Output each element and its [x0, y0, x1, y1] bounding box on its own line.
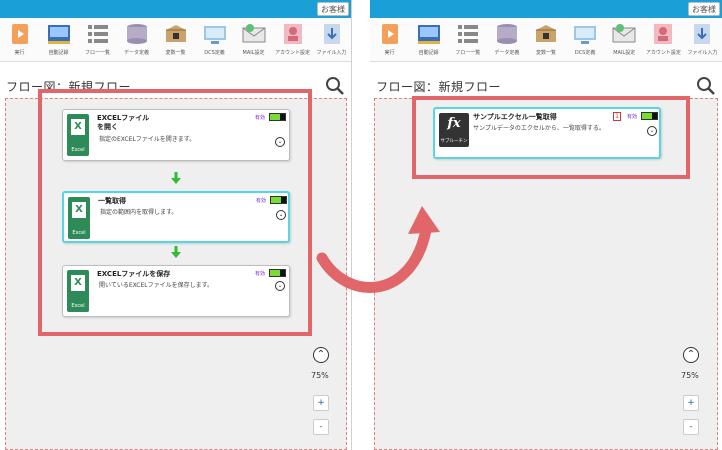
file-input-icon	[323, 24, 340, 44]
toolbar-button-database[interactable]: データ定義	[117, 18, 156, 62]
toolbar: 実行 自動記録 フロー一覧 データ定義 変数一覧 DCS定義 MAIL設定 アカウント設定 ファ…	[0, 18, 351, 62]
highlight-box	[412, 96, 690, 179]
top-bar: お客様	[370, 0, 722, 18]
toolbar-label: MAIL設定	[613, 50, 636, 56]
toolbar-label: 変数一覧	[535, 50, 556, 56]
flow-list-icon	[457, 25, 478, 43]
guest-button[interactable]: お客様	[317, 2, 349, 16]
search-icon[interactable]	[325, 76, 345, 96]
flow-list-icon	[87, 25, 108, 43]
box-icon	[165, 25, 186, 42]
monitor-icon	[574, 26, 597, 44]
flow-title: フロー図：新規フロー	[376, 80, 502, 94]
mail-icon	[242, 24, 265, 43]
guest-button[interactable]: お客様	[688, 2, 720, 16]
toolbar-label: ファイル入力	[687, 50, 718, 56]
search-icon[interactable]	[696, 76, 716, 96]
mail-icon	[612, 24, 636, 43]
top-bar: お客様	[0, 0, 351, 18]
toolbar-button-flow-list[interactable]: フロー一覧	[448, 18, 487, 62]
account-icon	[283, 24, 302, 44]
scroll-up-button[interactable]: ⌃	[683, 347, 699, 363]
toolbar-button-mail[interactable]: MAIL設定	[234, 18, 273, 62]
toolbar-label: DCS定義	[204, 50, 225, 56]
toolbar-button-record[interactable]: 自動記録	[39, 18, 78, 62]
play-icon	[381, 24, 398, 44]
toolbar-label: 自動記録	[418, 50, 439, 56]
toolbar-button-mail[interactable]: MAIL設定	[605, 18, 644, 62]
toolbar-button-monitor[interactable]: DCS定義	[566, 18, 605, 62]
scroll-up-button[interactable]: ⌃	[313, 347, 329, 363]
toolbar-button-monitor[interactable]: DCS定義	[195, 18, 234, 62]
toolbar-label: データ定義	[123, 50, 149, 56]
zoom-level: 75%	[681, 371, 699, 380]
toolbar-label: フロー一覧	[84, 50, 110, 56]
toolbar-label: 変数一覧	[165, 50, 186, 56]
toolbar-label: MAIL設定	[242, 50, 265, 56]
toolbar-label: 実行	[14, 50, 25, 56]
zoom-in-button[interactable]: +	[683, 395, 699, 411]
toolbar-button-account[interactable]: アカウント設定	[273, 18, 312, 62]
toolbar-button-flow-list[interactable]: フロー一覧	[78, 18, 117, 62]
toolbar-button-record[interactable]: 自動記録	[409, 18, 448, 62]
toolbar-button-play[interactable]: 実行	[0, 18, 39, 62]
play-icon	[11, 24, 28, 44]
toolbar-label: アカウント設定	[645, 50, 681, 56]
highlight-box	[38, 89, 312, 336]
database-icon	[126, 24, 147, 44]
toolbar-label: フロー一覧	[455, 50, 481, 56]
toolbar-button-box[interactable]: 変数一覧	[526, 18, 565, 62]
zoom-in-button[interactable]: +	[313, 395, 329, 411]
toolbar-label: アカウント設定	[274, 50, 310, 56]
toolbar-label: DCS定義	[574, 50, 596, 56]
account-icon	[654, 24, 673, 44]
toolbar-label: ファイル入力	[316, 50, 347, 56]
toolbar-button-account[interactable]: アカウント設定	[644, 18, 683, 62]
monitor-icon	[203, 26, 226, 44]
box-icon	[535, 25, 556, 42]
toolbar-label: 実行	[384, 50, 395, 56]
toolbar-button-box[interactable]: 変数一覧	[156, 18, 195, 62]
record-icon	[47, 25, 70, 44]
toolbar-button-database[interactable]: データ定義	[487, 18, 526, 62]
transition-arrow-icon	[316, 206, 440, 293]
record-icon	[417, 25, 440, 44]
toolbar-button-play[interactable]: 実行	[370, 18, 409, 62]
toolbar-button-file-input[interactable]: ファイル入力	[312, 18, 351, 62]
toolbar-label: データ定義	[494, 50, 520, 56]
zoom-out-button[interactable]: -	[313, 419, 329, 435]
file-input-icon	[694, 24, 711, 44]
toolbar-button-file-input[interactable]: ファイル入力	[683, 18, 722, 62]
zoom-level: 75%	[311, 371, 329, 380]
toolbar-label: 自動記録	[48, 50, 69, 56]
toolbar: 実行 自動記録 フロー一覧 データ定義 変数一覧 DCS定義 MAIL設定 アカウント設定 ファ…	[370, 18, 722, 62]
database-icon	[496, 24, 517, 44]
zoom-out-button[interactable]: -	[683, 419, 699, 435]
